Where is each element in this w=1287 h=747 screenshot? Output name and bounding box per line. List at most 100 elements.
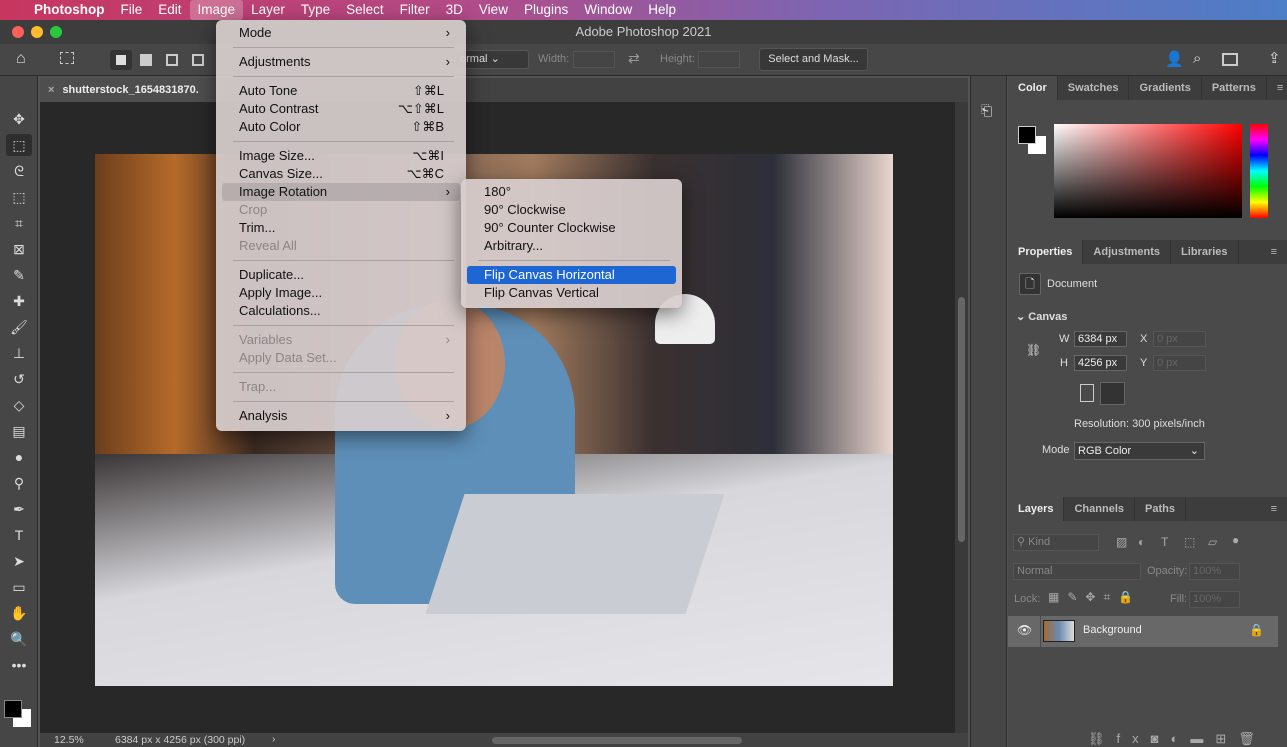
panel-menu-icon[interactable]: ≡	[1261, 240, 1287, 264]
workspace-icon[interactable]	[1222, 53, 1238, 66]
menu-item-90-counter-clockwise[interactable]: 90° Counter Clockwise	[467, 219, 676, 237]
panel-menu-icon[interactable]: ≡	[1261, 497, 1287, 521]
document-info[interactable]: 6384 px x 4256 px (300 ppi)	[115, 734, 245, 746]
menu-item-canvas-size[interactable]: Canvas Size... ⌥⌘C	[222, 165, 460, 183]
eye-icon[interactable]: 👁	[1017, 623, 1032, 637]
zoom-window-button[interactable]	[50, 26, 62, 38]
tab-paths[interactable]: Paths	[1135, 497, 1186, 521]
menu-item-image-rotation[interactable]: Image Rotation ›	[222, 183, 460, 201]
tab-patterns[interactable]: Patterns	[1202, 76, 1267, 100]
menu-filter[interactable]: Filter	[392, 0, 438, 20]
mask-icon[interactable]: ◙	[1151, 731, 1171, 746]
tab-color[interactable]: Color	[1008, 76, 1058, 100]
close-window-button[interactable]	[12, 26, 24, 38]
marquee-tool-icon[interactable]: ⬚	[6, 134, 32, 156]
more-tools-icon[interactable]: •••	[6, 654, 32, 676]
swap-icon[interactable]: ⇄	[628, 50, 640, 67]
menu-item-mode[interactable]: Mode ›	[222, 24, 460, 42]
history-brush-tool-icon[interactable]: ↺	[6, 368, 32, 390]
hue-slider[interactable]	[1250, 124, 1268, 218]
tab-layers[interactable]: Layers	[1008, 497, 1065, 521]
share-icon[interactable]: ⇪	[1268, 49, 1281, 67]
fx-icon[interactable]: fx	[1117, 731, 1151, 746]
tab-libraries[interactable]: Libraries	[1171, 240, 1239, 264]
document-tab[interactable]: × shutterstock_1654831870.	[40, 78, 220, 102]
apple-icon[interactable]	[0, 0, 26, 20]
chevron-right-icon[interactable]: ›	[272, 733, 276, 745]
delete-layer-icon[interactable]: 🗑	[1238, 731, 1267, 746]
rectangle-tool-icon[interactable]: ▭	[6, 576, 32, 598]
tab-channels[interactable]: Channels	[1064, 497, 1135, 521]
adjustment-layer-icon[interactable]: ◐	[1171, 731, 1191, 746]
search-icon[interactable]: ⌕	[1193, 50, 1201, 67]
menu-item-apply-image[interactable]: Apply Image...	[222, 284, 460, 302]
link-layers-icon[interactable]: ⛓	[1088, 731, 1117, 746]
zoom-tool-icon[interactable]: 🔍	[6, 628, 32, 650]
menu-type[interactable]: Type	[293, 0, 338, 20]
filter-toggle[interactable]: ●	[1232, 533, 1239, 547]
adjustment-filter-icon[interactable]: ◐	[1138, 535, 1145, 549]
tab-swatches[interactable]: Swatches	[1058, 76, 1130, 100]
lasso-tool-icon[interactable]: ᘓ	[6, 160, 32, 182]
pen-tool-icon[interactable]: ✒	[6, 498, 32, 520]
zoom-level[interactable]: 12.5%	[54, 734, 84, 746]
smart-object-filter-icon[interactable]: ▱	[1208, 535, 1217, 549]
style-select[interactable]: ormal ⌄	[455, 50, 529, 69]
canvas-width-input[interactable]: 6384 px	[1074, 331, 1127, 347]
move-tool-icon[interactable]: ✥	[6, 108, 32, 130]
menu-item-calculations[interactable]: Calculations...	[222, 302, 460, 320]
layer-kind-filter[interactable]: ⚲ Kind	[1013, 534, 1099, 551]
link-icon[interactable]: ⛓	[1026, 343, 1041, 357]
height-input[interactable]	[698, 51, 740, 68]
home-icon[interactable]: ⌂	[16, 50, 26, 68]
menu-item-flip-canvas-horizontal[interactable]: Flip Canvas Horizontal	[467, 266, 676, 284]
healing-brush-tool-icon[interactable]: ✚	[6, 290, 32, 312]
history-panel-icon[interactable]: ⎗	[981, 102, 992, 119]
path-selection-tool-icon[interactable]: ➤	[6, 550, 32, 572]
blend-mode-select[interactable]: Normal	[1013, 563, 1141, 580]
menu-item-auto-color[interactable]: Auto Color ⇧⌘B	[222, 118, 460, 136]
mode-select[interactable]: RGB Color ⌄	[1074, 442, 1205, 460]
menu-item-arbitrary[interactable]: Arbitrary...	[467, 237, 676, 255]
new-selection-button[interactable]	[110, 50, 132, 70]
opacity-input[interactable]: 100%	[1189, 563, 1240, 580]
menu-image[interactable]: Image	[189, 0, 244, 20]
layer-name[interactable]: Background	[1083, 624, 1142, 636]
eyedropper-tool-icon[interactable]: ✎	[6, 264, 32, 286]
menu-help[interactable]: Help	[640, 0, 684, 20]
tab-properties[interactable]: Properties	[1008, 240, 1084, 264]
tab-gradients[interactable]: Gradients	[1129, 76, 1202, 100]
lock-options-icons[interactable]: ▦✎✥⌗🔒	[1048, 590, 1141, 605]
menu-item-auto-tone[interactable]: Auto Tone ⇧⌘L	[222, 82, 460, 100]
add-selection-button[interactable]	[140, 54, 152, 66]
menu-layer[interactable]: Layer	[243, 0, 293, 20]
menu-edit[interactable]: Edit	[150, 0, 189, 20]
eraser-tool-icon[interactable]: ◇	[6, 394, 32, 416]
menu-plugins[interactable]: Plugins	[516, 0, 576, 20]
menu-item-90-clockwise[interactable]: 90° Clockwise	[467, 201, 676, 219]
menu-view[interactable]: View	[471, 0, 516, 20]
type-filter-icon[interactable]: T	[1161, 535, 1168, 549]
landscape-orientation-button[interactable]	[1100, 382, 1125, 405]
brush-tool-icon[interactable]: 🖌	[6, 316, 32, 338]
dodge-tool-icon[interactable]: ⚲	[6, 472, 32, 494]
close-tab-icon[interactable]: ×	[48, 84, 54, 96]
shape-filter-icon[interactable]: ⬚	[1184, 535, 1195, 549]
menu-item-duplicate[interactable]: Duplicate...	[222, 266, 460, 284]
menu-window[interactable]: Window	[576, 0, 640, 20]
blur-tool-icon[interactable]: ●	[6, 446, 32, 468]
canvas-height-input[interactable]: 4256 px	[1074, 355, 1127, 371]
select-and-mask-button[interactable]: Select and Mask...	[759, 48, 868, 71]
layer-row[interactable]: 👁 Background 🔒	[1008, 616, 1278, 647]
frame-tool-icon[interactable]: ⊠	[6, 238, 32, 260]
foreground-color[interactable]	[1018, 126, 1036, 144]
canvas-y-input[interactable]: 0 px	[1153, 355, 1206, 371]
clone-stamp-tool-icon[interactable]: ⊥	[6, 342, 32, 364]
group-icon[interactable]: ▬	[1190, 731, 1215, 746]
color-field[interactable]	[1054, 124, 1242, 218]
tab-adjustments[interactable]: Adjustments	[1083, 240, 1172, 264]
vertical-scrollbar[interactable]	[955, 102, 968, 733]
hand-tool-icon[interactable]: ✋	[6, 602, 32, 624]
quick-selection-tool-icon[interactable]: ⬚	[6, 186, 32, 208]
lock-icon[interactable]: 🔒	[1249, 623, 1264, 637]
